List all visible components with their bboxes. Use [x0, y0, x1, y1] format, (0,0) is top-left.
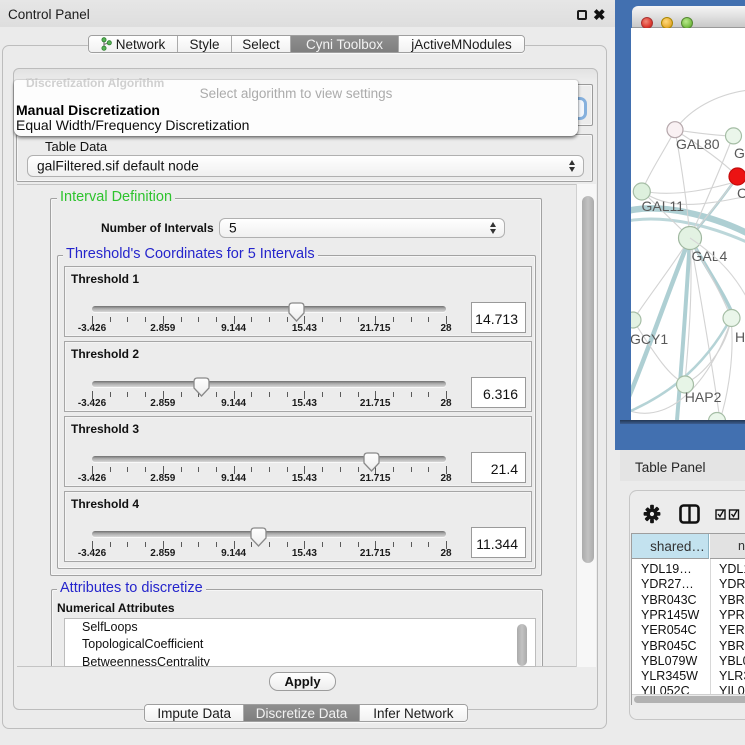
svg-text:GCY1: GCY1: [631, 331, 668, 347]
svg-text:GAL11: GAL11: [642, 198, 685, 214]
svg-text:GAL80: GAL80: [676, 136, 720, 152]
svg-text:GAL4: GAL4: [692, 248, 728, 264]
svg-text:C: C: [737, 185, 745, 201]
svg-text:G: G: [734, 145, 745, 161]
svg-text:HAP2: HAP2: [685, 389, 722, 405]
svg-text:H: H: [735, 329, 745, 345]
